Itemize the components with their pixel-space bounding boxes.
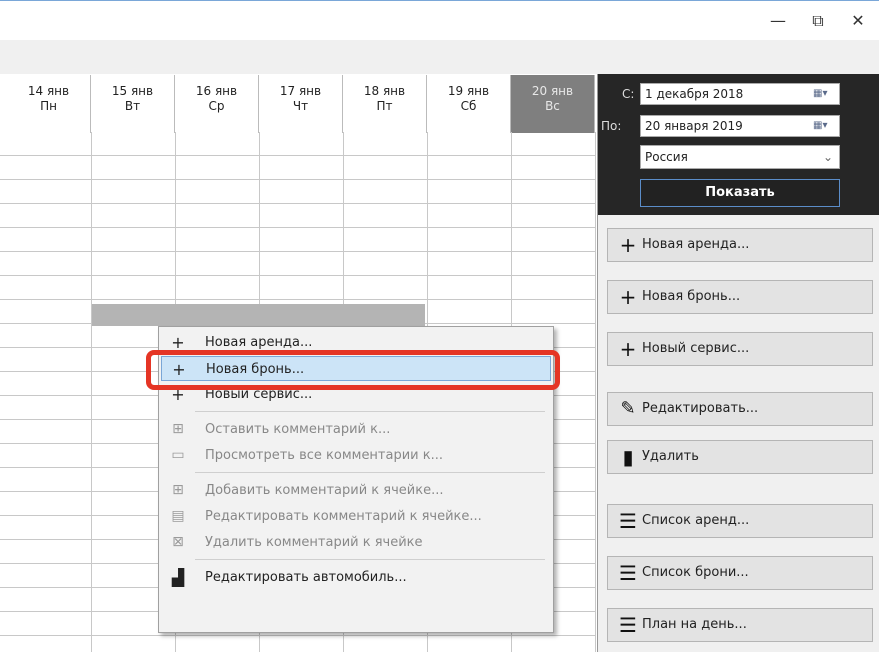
- list-icon: ☰: [619, 613, 637, 637]
- bookings-list-button[interactable]: ☰ Список брони...: [607, 556, 873, 590]
- comment-add-icon: ⊞: [172, 421, 184, 437]
- button-label: Новый сервис...: [642, 341, 750, 356]
- grid-divider: [595, 132, 596, 652]
- plus-icon: +: [619, 233, 637, 257]
- grid-row[interactable]: [0, 156, 596, 180]
- grid-row[interactable]: [0, 228, 596, 252]
- menu-item-edit-cell-comment[interactable]: ▤ Редактировать комментарий к ячейке...: [161, 504, 551, 529]
- plus-icon: +: [619, 285, 637, 309]
- calendar-dropdown-icon[interactable]: ▦▾: [813, 87, 835, 101]
- day-header[interactable]: 18 янв Пт: [343, 75, 427, 133]
- day-of-week: Вт: [124, 99, 141, 113]
- selected-range[interactable]: [92, 304, 425, 326]
- day-of-week: Чт: [292, 99, 309, 113]
- car-icon: ▟: [171, 568, 185, 587]
- menu-item-label: Просмотреть все комментарии к...: [205, 448, 444, 463]
- day-date: 18 янв: [363, 84, 406, 98]
- chevron-down-icon: ⌄: [822, 150, 833, 164]
- menu-separator: [195, 472, 545, 473]
- menu-item-edit-car[interactable]: ▟ Редактировать автомобиль...: [161, 565, 551, 590]
- grid-divider: [91, 132, 92, 652]
- menu-item-view-comments[interactable]: ▭ Просмотреть все комментарии к...: [161, 443, 551, 468]
- side-panel: С: 1 декабря 2018 ▦▾ По: 20 января 2019 …: [597, 74, 879, 652]
- menu-separator: [195, 559, 545, 560]
- day-of-week: Пн: [40, 99, 57, 113]
- button-label: Список аренд...: [642, 513, 750, 528]
- menu-item-label: Удалить комментарий к ячейке: [205, 535, 423, 550]
- comment-edit-icon: ▤: [171, 508, 185, 524]
- from-date-value: 1 декабря 2018: [645, 87, 744, 101]
- edit-button[interactable]: ✎ Редактировать...: [607, 392, 873, 426]
- grid-row[interactable]: [0, 276, 596, 300]
- day-of-week: Вс: [545, 99, 560, 113]
- day-header[interactable]: 19 янв Сб: [427, 75, 511, 133]
- button-label: Новая аренда...: [642, 237, 750, 252]
- day-date: 14 янв: [27, 84, 70, 98]
- highlight-annotation: [146, 350, 560, 390]
- pencil-icon: ✎: [620, 398, 636, 419]
- trash-icon: ▮: [622, 445, 634, 469]
- comment-delete-icon: ⊠: [172, 534, 184, 550]
- menu-item-label: Редактировать комментарий к ячейке...: [205, 509, 482, 524]
- new-booking-button[interactable]: + Новая бронь...: [607, 280, 873, 314]
- menu-item-delete-cell-comment[interactable]: ⊠ Удалить комментарий к ячейке: [161, 530, 551, 555]
- list-icon: ☰: [619, 561, 637, 585]
- menu-item-leave-comment[interactable]: ⊞ Оставить комментарий к...: [161, 417, 551, 442]
- button-label: Список брони...: [642, 565, 749, 580]
- menu-item-label: Редактировать автомобиль...: [205, 570, 407, 585]
- to-label: По:: [601, 119, 622, 133]
- country-value: Россия: [645, 150, 688, 164]
- grid-row[interactable]: [0, 204, 596, 228]
- comment-add-icon: ⊞: [172, 482, 184, 498]
- from-date-field[interactable]: 1 декабря 2018 ▦▾: [640, 83, 840, 105]
- day-header[interactable]: 15 янв Вт: [91, 75, 175, 133]
- day-header[interactable]: 14 янв Пн: [7, 75, 91, 133]
- day-date: 15 янв: [111, 84, 154, 98]
- grid-row[interactable]: [0, 180, 596, 204]
- from-label: С:: [622, 87, 635, 101]
- grid-row[interactable]: [0, 132, 596, 156]
- day-of-week: Пт: [376, 99, 393, 113]
- list-icon: ☰: [619, 509, 637, 533]
- button-label: План на день...: [642, 617, 747, 632]
- day-header-today[interactable]: 20 янв Вс: [511, 75, 595, 133]
- grid-row[interactable]: [0, 252, 596, 276]
- rentals-list-button[interactable]: ☰ Список аренд...: [607, 504, 873, 538]
- day-date: 19 янв: [447, 84, 490, 98]
- plus-icon: +: [619, 337, 637, 361]
- to-date-field[interactable]: 20 января 2019 ▦▾: [640, 115, 840, 137]
- new-service-button[interactable]: + Новый сервис...: [607, 332, 873, 366]
- new-rental-button[interactable]: + Новая аренда...: [607, 228, 873, 262]
- day-date: 20 янв: [531, 84, 574, 98]
- day-date: 17 янв: [279, 84, 322, 98]
- title-bar: — ⧉ ✕: [0, 0, 879, 41]
- minimize-button[interactable]: —: [758, 9, 798, 33]
- day-of-week: Сб: [460, 99, 477, 113]
- close-button[interactable]: ✕: [838, 9, 878, 33]
- filter-panel: С: 1 декабря 2018 ▦▾ По: 20 января 2019 …: [598, 74, 879, 215]
- delete-button[interactable]: ▮ Удалить: [607, 440, 873, 474]
- toolbar-strip: [0, 40, 879, 74]
- to-date-value: 20 января 2019: [645, 119, 743, 133]
- comments-icon: ▭: [171, 447, 185, 463]
- menu-separator: [195, 411, 545, 412]
- button-label: Редактировать...: [642, 401, 759, 416]
- menu-item-label: Добавить комментарий к ячейке...: [205, 483, 444, 498]
- day-plan-button[interactable]: ☰ План на день...: [607, 608, 873, 642]
- button-label: Удалить: [642, 449, 699, 464]
- country-select[interactable]: Россия ⌄: [640, 145, 840, 169]
- day-header[interactable]: 16 янв Ср: [175, 75, 259, 133]
- calendar-dropdown-icon[interactable]: ▦▾: [813, 119, 835, 133]
- show-button[interactable]: Показать: [640, 179, 840, 207]
- day-of-week: Ср: [208, 99, 225, 113]
- menu-item-label: Оставить комментарий к...: [205, 422, 391, 437]
- day-date: 16 янв: [195, 84, 238, 98]
- button-label: Новая бронь...: [642, 289, 741, 304]
- day-header[interactable]: 17 янв Чт: [259, 75, 343, 133]
- menu-item-add-cell-comment[interactable]: ⊞ Добавить комментарий к ячейке...: [161, 478, 551, 503]
- maximize-button[interactable]: ⧉: [798, 9, 838, 33]
